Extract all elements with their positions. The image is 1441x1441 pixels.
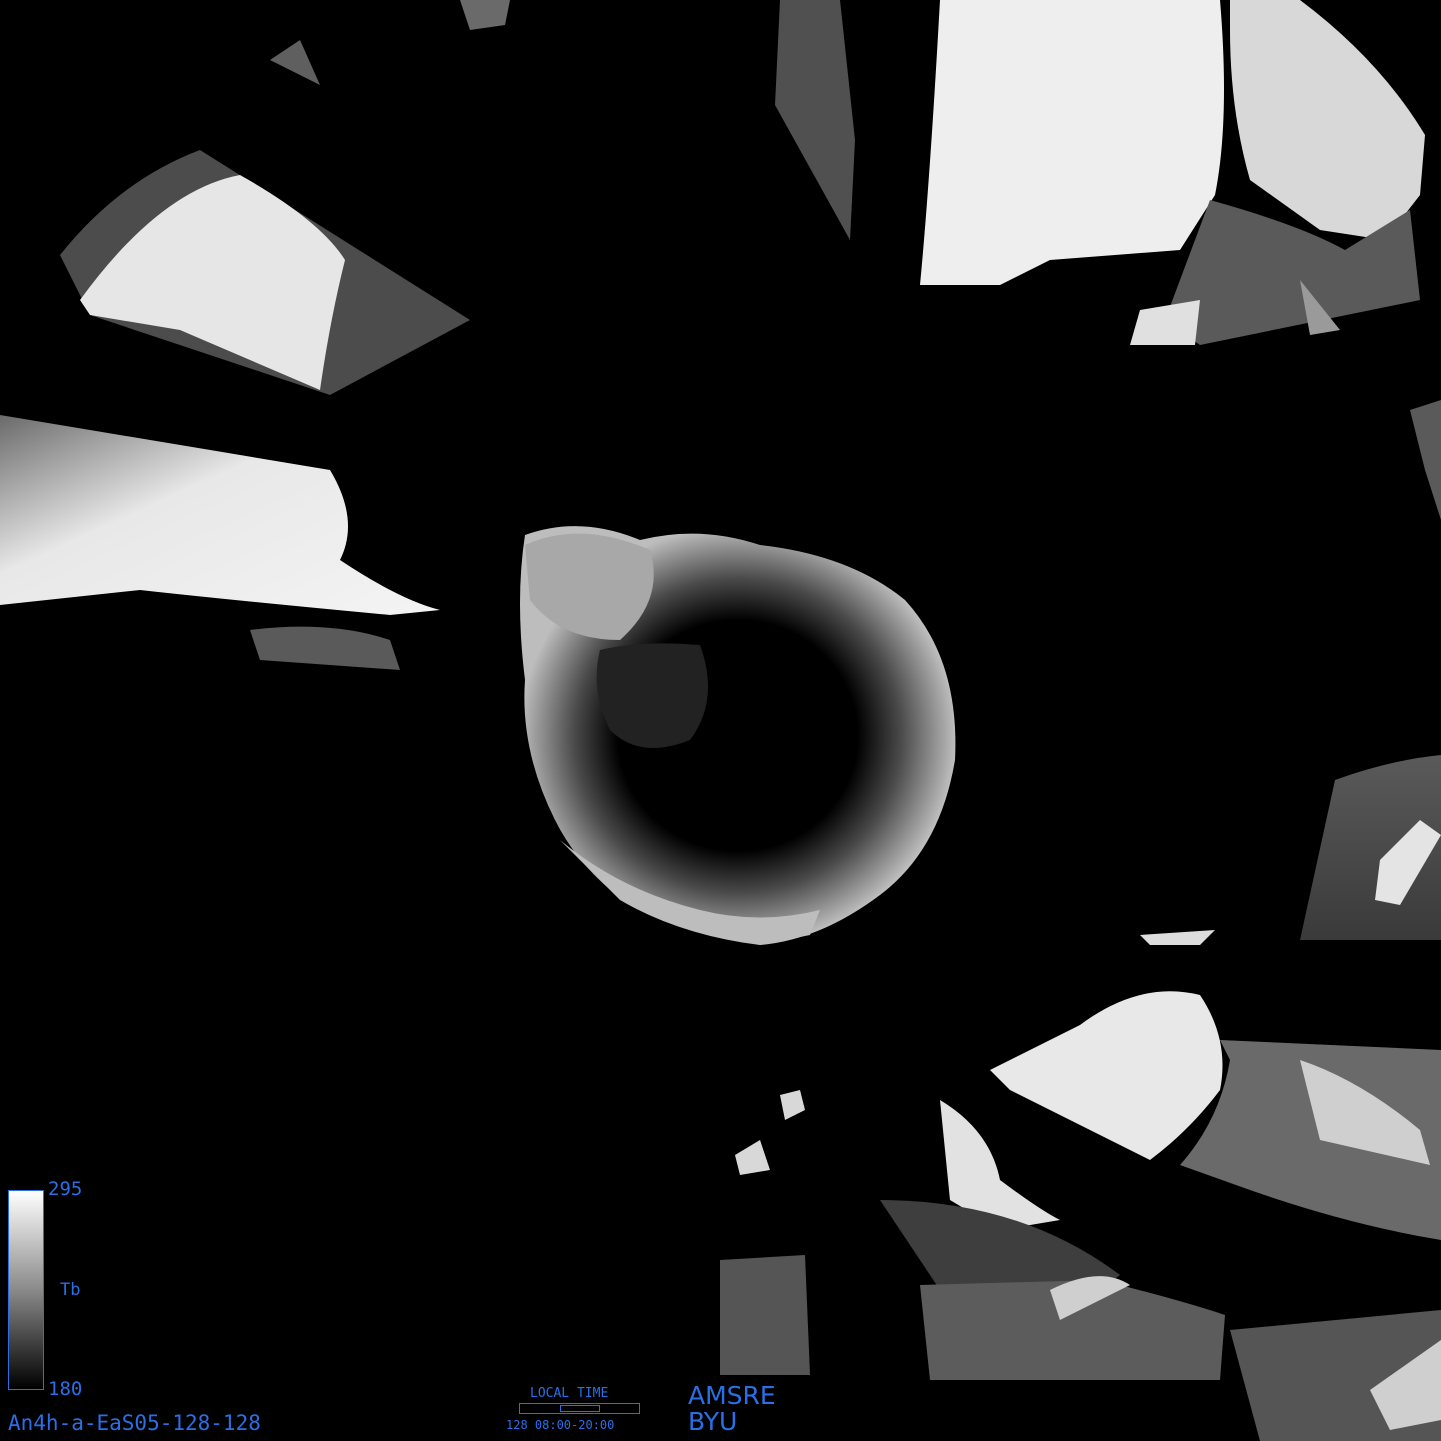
local-time-title: LOCAL TIME: [530, 1386, 609, 1401]
organization-label: BYU: [688, 1407, 738, 1436]
colorbar-gradient: [8, 1190, 44, 1390]
local-time-indicator: [519, 1403, 640, 1414]
local-time-range: 128 08:00-20:00: [506, 1418, 615, 1432]
map-canvas: 295 Tb 180 An4h-a-EaS05-128-128 LOCAL TI…: [0, 0, 1441, 1441]
colorbar-min-label: 180: [48, 1378, 83, 1400]
swath-right: [1140, 400, 1441, 945]
colorbar-max-label: 295: [48, 1178, 83, 1200]
swath-bottom: [720, 991, 1441, 1441]
local-time-segment: [560, 1405, 600, 1412]
colorbar-variable-label: Tb: [60, 1280, 81, 1300]
swath-top-right: [775, 0, 1425, 345]
image-id-label: An4h-a-EaS05-128-128: [8, 1411, 261, 1435]
swath-top-left: [0, 0, 510, 670]
sensor-label: AMSRE: [688, 1381, 776, 1410]
brightness-temperature-map: [0, 0, 1441, 1441]
antarctica: [520, 526, 956, 945]
